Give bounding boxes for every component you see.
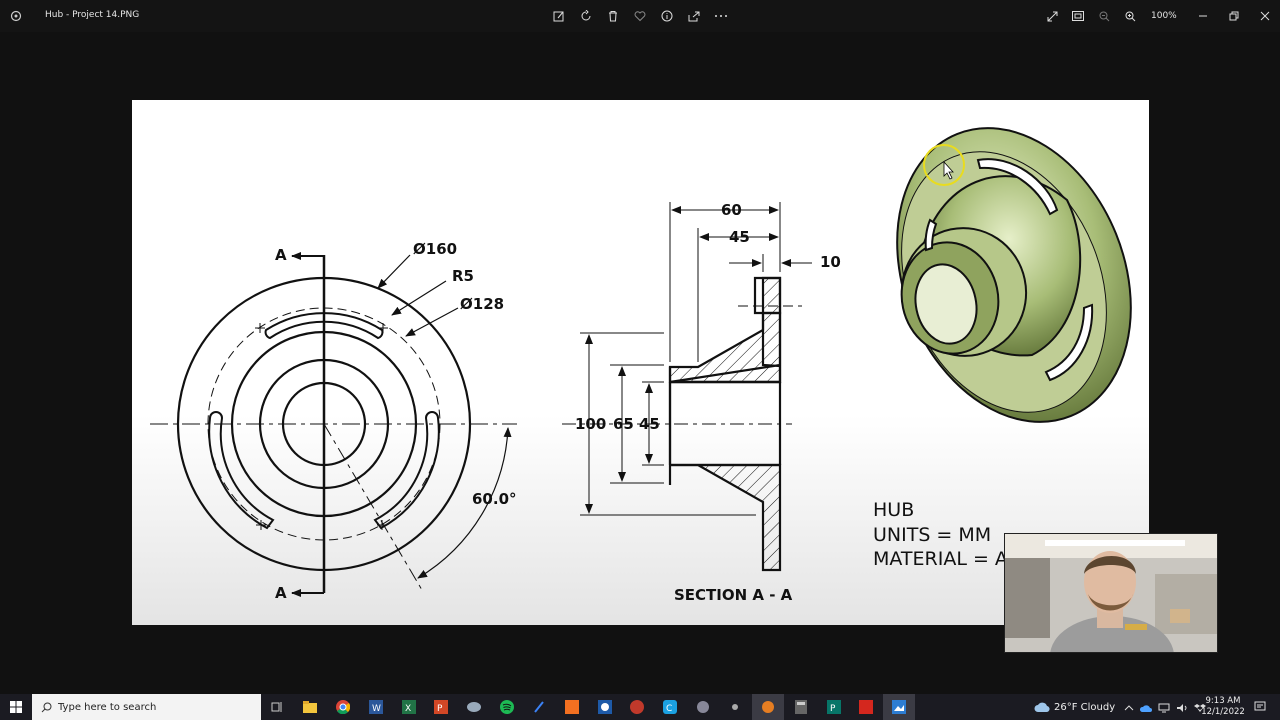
hub-3d-model (896, 127, 1132, 423)
svg-text:P: P (437, 704, 443, 714)
app-icon[interactable] (556, 694, 588, 720)
chevron-up-icon[interactable] (1124, 698, 1134, 717)
weather-text: 26°F Cloudy (1054, 701, 1116, 713)
search-placeholder: Type here to search (58, 701, 157, 713)
file-explorer-icon[interactable] (294, 694, 326, 720)
task-view-icon[interactable] (261, 694, 293, 720)
minimize-icon[interactable] (1187, 0, 1218, 32)
publisher-icon[interactable]: P (818, 694, 850, 720)
app-icon[interactable] (621, 694, 653, 720)
svg-text:P: P (830, 704, 836, 714)
weather-widget[interactable]: 26°F Cloudy (1034, 694, 1115, 720)
dim-bolt-circle: Ø128 (460, 295, 505, 313)
dim-60: 60 (721, 201, 742, 219)
window-controls (1187, 0, 1280, 32)
zoom-level: 100% (1151, 11, 1177, 21)
notification-icon[interactable] (1252, 699, 1268, 715)
engineering-drawing: A A Ø160 R5 Ø128 60.0° 60 45 10 100 65 4… (132, 100, 1149, 625)
dim-slot-radius: R5 (452, 267, 474, 285)
app-icon[interactable] (719, 694, 751, 720)
dim-45-top: 45 (729, 228, 750, 246)
section-view (562, 202, 812, 572)
dim-angle: 60.0° (472, 490, 517, 508)
acrobat-icon[interactable] (850, 694, 882, 720)
more-icon[interactable] (712, 6, 730, 26)
clock-date: 12/1/2022 (1201, 707, 1245, 717)
fullscreen-icon[interactable] (1043, 6, 1061, 26)
app-icon[interactable] (752, 694, 784, 720)
app-icon[interactable] (589, 694, 621, 720)
photos-icon[interactable] (883, 694, 915, 720)
info-icon[interactable] (658, 6, 676, 26)
photos-app-icon (8, 8, 24, 24)
image-toolbar (550, 6, 730, 26)
spotify-icon[interactable] (491, 694, 523, 720)
rotate-icon[interactable] (577, 6, 595, 26)
section-mark-bottom: A (275, 584, 287, 602)
window-title: Hub - Project 14.PNG (45, 10, 140, 20)
favorite-icon[interactable] (631, 6, 649, 26)
title-bar: Hub - Project 14.PNG 100% (0, 0, 1280, 32)
fit-icon[interactable] (1069, 6, 1087, 26)
webcam-overlay (1004, 533, 1218, 653)
volume-icon[interactable] (1176, 698, 1188, 717)
chrome-icon[interactable] (327, 694, 359, 720)
app-icon[interactable] (458, 694, 490, 720)
calculator-icon[interactable] (785, 694, 817, 720)
dim-10: 10 (820, 253, 841, 271)
taskbar: Type here to search W X P C P 26°F Cloud… (0, 694, 1280, 720)
zoom-out-icon[interactable] (1095, 6, 1113, 26)
dim-65: 65 (613, 415, 634, 433)
zoom-in-icon[interactable] (1121, 6, 1139, 26)
dim-100: 100 (575, 415, 607, 433)
taskbar-search[interactable]: Type here to search (32, 694, 261, 720)
svg-text:C: C (666, 704, 672, 714)
close-icon[interactable] (1249, 0, 1280, 32)
clock[interactable]: 9:13 AM 12/1/2022 (1197, 696, 1249, 718)
system-tray (1124, 694, 1206, 720)
restore-icon[interactable] (1218, 0, 1249, 32)
dim-outer-diameter: Ø160 (413, 240, 458, 258)
windows-start-icon[interactable] (0, 694, 32, 720)
app-icon[interactable] (687, 694, 719, 720)
part-material: MATERIAL = A (873, 548, 1008, 570)
powerpoint-icon[interactable]: P (425, 694, 457, 720)
share-icon[interactable] (685, 6, 703, 26)
svg-text:X: X (405, 704, 411, 714)
part-units: UNITS = MM (873, 523, 992, 546)
app-icon[interactable]: C (654, 694, 686, 720)
cloud-icon (1034, 702, 1050, 713)
excel-icon[interactable]: X (393, 694, 425, 720)
clock-time: 9:13 AM (1205, 696, 1241, 706)
app-icon[interactable] (523, 694, 555, 720)
onedrive-icon[interactable] (1139, 698, 1152, 717)
dim-45-left: 45 (639, 415, 660, 433)
view-tools: 100% (1043, 6, 1177, 26)
section-mark-top: A (275, 246, 287, 264)
delete-icon[interactable] (604, 6, 622, 26)
part-name: HUB (873, 499, 915, 521)
section-caption: SECTION A - A (674, 586, 793, 604)
svg-text:W: W (372, 704, 381, 714)
network-icon[interactable] (1158, 698, 1170, 717)
search-icon (41, 702, 52, 713)
title-block: HUB UNITS = MM MATERIAL = A (873, 498, 1008, 572)
word-icon[interactable]: W (360, 694, 392, 720)
edit-image-icon[interactable] (550, 6, 568, 26)
